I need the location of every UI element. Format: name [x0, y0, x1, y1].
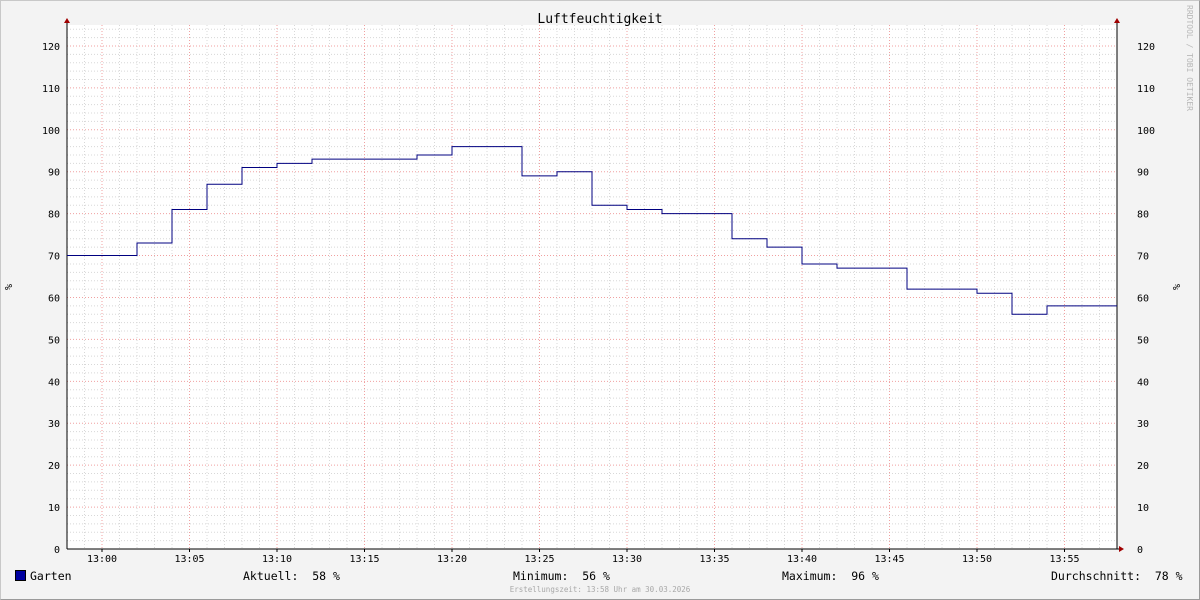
x-tick-label: 13:50: [962, 554, 992, 565]
y-tick-label-left: 0: [54, 545, 60, 556]
x-tick-label: 13:20: [437, 554, 467, 565]
x-tick-label: 13:05: [174, 554, 204, 565]
y-tick-label-right: 80: [1137, 210, 1149, 221]
y-tick-label-right: 70: [1137, 252, 1149, 263]
y-tick-label-left: 10: [48, 503, 60, 514]
creation-timestamp: Erstellungszeit: 13:58 Uhr am 30.03.2026: [509, 585, 691, 594]
y-tick-label-left: 100: [42, 126, 60, 137]
y-tick-label-left: 70: [48, 252, 60, 263]
y-tick-label-right: 30: [1137, 419, 1149, 430]
x-tick-label: 13:40: [787, 554, 817, 565]
y-tick-label-right: 60: [1137, 293, 1149, 304]
y-tick-label-left: 40: [48, 377, 60, 388]
x-tick-label: 13:45: [874, 554, 904, 565]
chart-title: Luftfeuchtigkeit: [537, 12, 662, 27]
legend-series-name: Garten: [30, 569, 72, 583]
x-tick-label: 13:30: [612, 554, 642, 565]
y-tick-label-right: 50: [1137, 335, 1149, 346]
y-tick-label-right: 120: [1137, 42, 1155, 53]
y-axis-unit-right: %: [1172, 284, 1183, 290]
y-tick-label-left: 110: [42, 84, 60, 95]
y-tick-label-left: 30: [48, 419, 60, 430]
y-tick-label-right: 40: [1137, 377, 1149, 388]
y-axis-unit-left: %: [4, 284, 15, 290]
y-tick-label-left: 120: [42, 42, 60, 53]
y-tick-label-right: 20: [1137, 461, 1149, 472]
y-tick-label-right: 110: [1137, 84, 1155, 95]
x-tick-label: 13:00: [87, 554, 117, 565]
y-axis-arrow-left: [64, 18, 70, 23]
y-tick-label-left: 80: [48, 210, 60, 221]
humidity-chart: 13:00 13:05 13:10 13:15 13:20 13:25 13:30 13:35…: [4, 5, 1194, 565]
x-axis-arrow: [1119, 546, 1124, 552]
x-tick-label: 13:25: [524, 554, 554, 565]
y-tick-label-right: 100: [1137, 126, 1155, 137]
y-tick-label-left: 20: [48, 461, 60, 472]
y-tick-label-right: 10: [1137, 503, 1149, 514]
x-tick-label: 13:35: [699, 554, 729, 565]
y-axis-arrow-right: [1114, 18, 1120, 23]
watermark: RRDTOOL / TOBI OETIKER: [1185, 5, 1194, 111]
legend-current-value: Aktuell: 58 %: [243, 569, 340, 583]
legend-color-swatch: [15, 570, 26, 581]
y-tick-label-left: 90: [48, 168, 60, 179]
y-tick-label-left: 50: [48, 335, 60, 346]
x-tick-label: 13:15: [349, 554, 379, 565]
x-tick-label: 13:55: [1049, 554, 1079, 565]
x-tick-label: 13:10: [262, 554, 292, 565]
y-tick-label-left: 60: [48, 293, 60, 304]
legend-average-value: Durchschnitt: 78 %: [1051, 569, 1183, 583]
legend-maximum-value: Maximum: 96 %: [782, 569, 879, 583]
y-tick-label-right: 90: [1137, 168, 1149, 179]
legend-minimum-value: Minimum: 56 %: [513, 569, 610, 583]
y-tick-label-right: 0: [1137, 545, 1143, 556]
